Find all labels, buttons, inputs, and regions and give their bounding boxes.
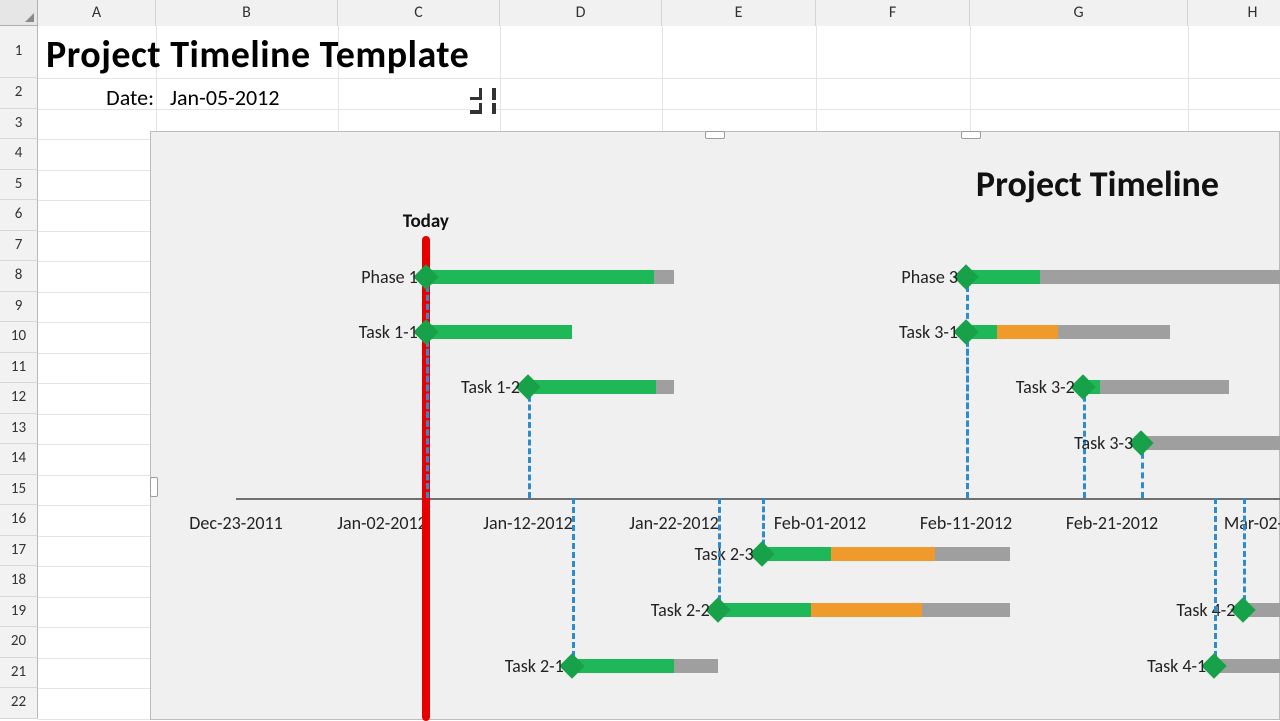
task-dropline	[966, 332, 969, 498]
axis-tick-label: Feb-21-2012	[1066, 512, 1158, 534]
row-header-20[interactable]: 20	[0, 627, 38, 658]
project-timeline-chart[interactable]: Project Timeline Dec-23-2011 Jan-02-2012 J…	[150, 131, 1280, 720]
row-header-10[interactable]: 10	[0, 322, 38, 353]
chart-resize-handle-top-2[interactable]	[961, 131, 981, 139]
task-progress-orange	[811, 603, 922, 617]
task-label: Phase 1	[361, 266, 426, 288]
axis-tick-label: Jan-22-2012	[629, 512, 719, 534]
row-header-7[interactable]: 7	[0, 231, 38, 262]
x-axis	[236, 498, 1280, 500]
row-header-21[interactable]: 21	[0, 658, 38, 689]
task-label: Task 3-1	[899, 321, 966, 343]
select-all-corner[interactable]	[0, 0, 38, 26]
row-header-5[interactable]: 5	[0, 170, 38, 201]
row-headers: 12345678910111213141516171819202122	[0, 26, 38, 719]
axis-tick-label: Mar-02-2	[1224, 512, 1280, 534]
column-header-A[interactable]: A	[38, 0, 156, 26]
task-dropline	[572, 498, 575, 666]
task-dropline	[1214, 498, 1217, 666]
row-header-14[interactable]: 14	[0, 444, 38, 475]
axis-tick-label: Dec-23-2011	[189, 512, 282, 534]
row-header-6[interactable]: 6	[0, 200, 38, 231]
row-header-8[interactable]: 8	[0, 261, 38, 292]
row-header-18[interactable]: 18	[0, 566, 38, 597]
row-header-22[interactable]: 22	[0, 688, 38, 719]
column-header-G[interactable]: G	[970, 0, 1188, 26]
row-header-13[interactable]: 13	[0, 414, 38, 445]
date-value-cell[interactable]: Jan-05-2012	[170, 84, 279, 111]
column-header-B[interactable]: B	[156, 0, 338, 26]
row-header-12[interactable]: 12	[0, 383, 38, 414]
task-label: Task 4-1	[1147, 655, 1214, 677]
task-label: Task 2-3	[695, 543, 762, 565]
task-label: Task 3-2	[1016, 376, 1083, 398]
page-title: Project Timeline Template	[46, 32, 469, 78]
task-label: Task 3-3	[1074, 432, 1141, 454]
row-header-4[interactable]: 4	[0, 139, 38, 170]
task-progress-orange	[831, 547, 935, 561]
row-header-9[interactable]: 9	[0, 292, 38, 323]
task-progress-green	[572, 659, 674, 673]
axis-tick-label: Feb-11-2012	[920, 512, 1012, 534]
task-bar[interactable]	[1141, 436, 1280, 450]
task-dropline	[718, 498, 721, 610]
task-label: Phase 3	[901, 266, 966, 288]
task-progress-green	[426, 270, 654, 284]
task-progress-green	[528, 380, 656, 394]
column-header-C[interactable]: C	[338, 0, 500, 26]
row-header-16[interactable]: 16	[0, 505, 38, 536]
row-header-3[interactable]: 3	[0, 109, 38, 140]
task-progress-green	[718, 603, 811, 617]
row-header-1[interactable]: 1	[0, 26, 38, 78]
column-header-E[interactable]: E	[662, 0, 816, 26]
column-header-D[interactable]: D	[500, 0, 662, 26]
row-header-2[interactable]: 2	[0, 78, 38, 109]
cell-cursor-icon	[470, 88, 496, 114]
task-label: Task 4-2	[1176, 599, 1243, 621]
axis-tick-label: Feb-01-2012	[774, 512, 866, 534]
task-dropline	[528, 387, 531, 498]
axis-tick-label: Jan-12-2012	[483, 512, 573, 534]
row-header-11[interactable]: 11	[0, 353, 38, 384]
chart-resize-handle-left[interactable]	[150, 477, 158, 497]
column-header-H[interactable]: H	[1188, 0, 1280, 26]
row-header-15[interactable]: 15	[0, 475, 38, 506]
date-label: Date:	[46, 84, 154, 111]
today-label: Today	[403, 210, 449, 233]
axis-tick-label: Jan-02-2012	[337, 512, 427, 534]
column-headers: ABCDEFGH	[0, 0, 1280, 26]
task-progress-orange	[997, 325, 1058, 339]
task-dropline	[1243, 498, 1246, 610]
chart-resize-handle-top[interactable]	[705, 131, 725, 139]
column-header-F[interactable]: F	[816, 0, 970, 26]
chart-title: Project Timeline	[976, 162, 1219, 206]
task-dropline	[426, 332, 429, 498]
task-bar[interactable]	[1083, 380, 1229, 394]
task-label: Task 1-2	[461, 376, 528, 398]
row-header-17[interactable]: 17	[0, 536, 38, 567]
task-progress-green	[426, 325, 572, 339]
task-label: Task 2-1	[505, 655, 572, 677]
row-header-19[interactable]: 19	[0, 597, 38, 628]
worksheet[interactable]: ABCDEFGH 1234567891011121314151617181920…	[0, 0, 1280, 720]
task-label: Task 1-1	[359, 321, 426, 343]
task-label: Task 2-2	[651, 599, 718, 621]
